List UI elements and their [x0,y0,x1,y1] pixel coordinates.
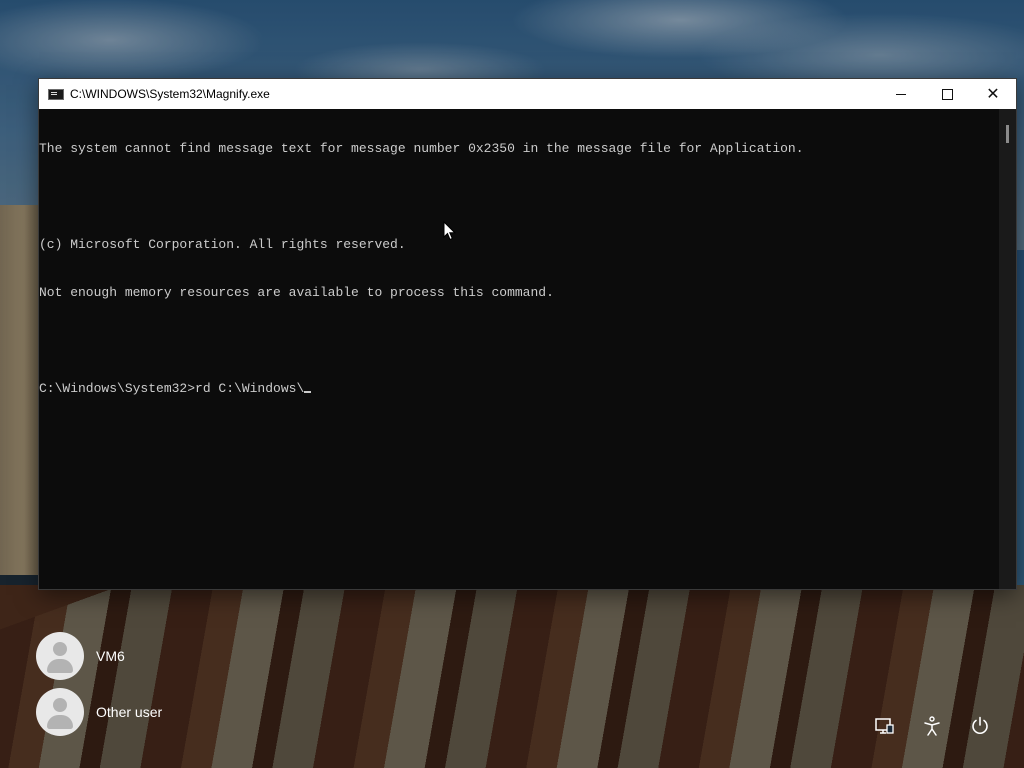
maximize-icon [941,88,953,100]
prompt-line[interactable]: C:\Windows\System32>rd C:\Windows\ [39,381,999,397]
minimize-button[interactable] [878,79,924,109]
console-output[interactable]: The system cannot find message text for … [39,109,999,589]
prompt-command: C:\Windows\System32>rd C:\Windows\ [39,381,305,396]
console-line: Not enough memory resources are availabl… [39,285,554,300]
mouse-pointer-icon [443,221,457,241]
caption-buttons: ✕ [878,79,1016,109]
vertical-scrollbar[interactable] [999,109,1016,589]
close-icon: ✕ [986,84,1000,103]
user-name: Other user [96,704,163,720]
console-window[interactable]: C:\WINDOWS\System32\Magnify.exe ✕ The sy… [39,79,1016,589]
user-tile-vm6[interactable]: VM6 [36,632,125,680]
close-button[interactable]: ✕ [970,79,1016,109]
user-avatar-icon [36,688,84,736]
console-line: The system cannot find message text for … [39,141,804,156]
window-title: C:\WINDOWS\System32\Magnify.exe [70,87,270,101]
user-tile-other-user[interactable]: Other user [36,688,162,736]
title-bar[interactable]: C:\WINDOWS\System32\Magnify.exe ✕ [39,79,1016,109]
accessibility-icon[interactable] [921,715,943,737]
network-icon[interactable] [873,715,895,737]
text-cursor [304,391,312,393]
scrollbar-thumb[interactable] [1006,125,1009,143]
console-icon [48,88,64,100]
maximize-button[interactable] [924,79,970,109]
minimize-icon [896,93,906,95]
user-avatar-icon [36,632,84,680]
power-icon[interactable] [969,715,991,737]
console-line: (c) Microsoft Corporation. All rights re… [39,237,406,252]
user-name: VM6 [96,648,125,664]
